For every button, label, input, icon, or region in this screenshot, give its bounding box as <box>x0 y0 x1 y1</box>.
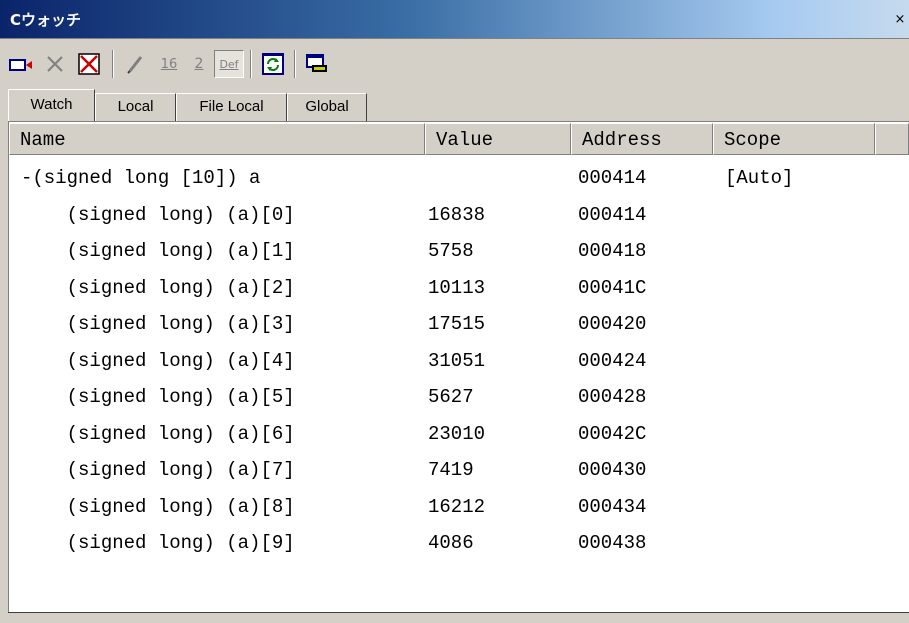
table-row[interactable]: (signed long) (a)[6] 23010 00042C <box>9 416 889 453</box>
edit-value-button[interactable] <box>120 50 150 78</box>
cell-value: 5758 <box>428 240 474 262</box>
column-header: Name Value Address Scope <box>9 123 909 155</box>
refresh-icon <box>262 53 284 75</box>
column-header-name[interactable]: Name <box>9 123 425 155</box>
table-row[interactable]: (signed long) (a)[1] 5758 000418 <box>9 233 889 270</box>
cell-name: (signed long) (a)[3] <box>21 313 295 335</box>
delete-all-button[interactable] <box>74 50 104 78</box>
c-watch-window: Cウォッチ × 16 2 Def Watch Local File Local … <box>0 0 909 623</box>
cell-value: 10113 <box>428 276 486 299</box>
binary-radix-label: 2 <box>194 56 204 72</box>
cell-name: (signed long) (a)[8] <box>21 495 295 518</box>
delete-all-icon <box>78 53 100 75</box>
watch-rows: -(signed long [10]) a 000414 [Auto] (signe… <box>9 160 889 562</box>
tab-local[interactable]: Local <box>95 93 176 121</box>
edit-value-icon <box>127 56 143 74</box>
cell-name: (signed long) (a)[5] <box>21 386 295 408</box>
table-row[interactable]: -(signed long [10]) a 000414 [Auto] <box>9 160 889 197</box>
title-bar[interactable]: Cウォッチ × <box>0 0 909 39</box>
table-row[interactable]: (signed long) (a)[4] 31051 000424 <box>9 343 889 380</box>
table-row[interactable]: (signed long) (a)[8] 16212 000434 <box>9 489 889 526</box>
table-row[interactable]: (signed long) (a)[9] 4086 000438 <box>9 525 889 562</box>
cell-address: 000438 <box>578 532 647 554</box>
tab-global[interactable]: Global <box>287 93 367 121</box>
tab-watch[interactable]: Watch <box>8 89 95 121</box>
window-bottom-edge <box>8 612 909 623</box>
cell-value: 5627 <box>428 386 474 408</box>
cell-name: (signed long) (a)[9] <box>21 532 295 554</box>
toolbar-separator <box>250 50 252 78</box>
table-row[interactable]: (signed long) (a)[0] 16838 000414 <box>9 197 889 234</box>
tab-file-local[interactable]: File Local <box>176 93 287 121</box>
delete-icon <box>47 56 63 72</box>
cell-address: 000424 <box>578 349 647 372</box>
cell-name: (signed long) (a)[0] <box>21 203 295 226</box>
hex-radix-label: 16 <box>160 56 178 72</box>
table-row[interactable]: (signed long) (a)[2] 10113 00041C <box>9 270 889 307</box>
toolbar: 16 2 Def <box>0 42 909 82</box>
cell-address: 00041C <box>578 276 647 299</box>
cell-value: 7419 <box>428 459 474 481</box>
window-title: Cウォッチ <box>10 11 82 29</box>
column-header-scope[interactable]: Scope <box>713 123 875 155</box>
cell-value: 16212 <box>428 495 486 518</box>
toolbar-separator <box>112 50 114 78</box>
cell-name: -(signed long [10]) a <box>21 167 261 189</box>
default-radix-label: Def <box>219 57 239 71</box>
cell-address: 00042C <box>578 422 647 445</box>
table-row[interactable]: (signed long) (a)[7] 7419 000430 <box>9 452 889 489</box>
table-row[interactable]: (signed long) (a)[3] 17515 000420 <box>9 306 889 343</box>
cell-name: (signed long) (a)[2] <box>21 276 295 299</box>
cell-value: 17515 <box>428 313 486 335</box>
cell-address: 000430 <box>578 459 647 481</box>
binary-radix-button[interactable]: 2 <box>184 50 214 78</box>
close-button[interactable]: × <box>893 12 907 28</box>
cell-name: (signed long) (a)[7] <box>21 459 295 481</box>
toolbar-separator <box>294 50 296 78</box>
cell-scope: [Auto] <box>725 167 794 189</box>
cell-address: 000414 <box>578 167 647 189</box>
cell-address: 000434 <box>578 495 647 518</box>
cell-name: (signed long) (a)[4] <box>21 349 295 372</box>
cell-value: 31051 <box>428 349 486 372</box>
table-row[interactable]: (signed long) (a)[5] 5627 000428 <box>9 379 889 416</box>
cell-address: 000428 <box>578 386 647 408</box>
cell-value: 23010 <box>428 422 486 445</box>
column-header-filler <box>875 123 909 155</box>
cell-address: 000414 <box>578 203 647 226</box>
cell-address: 000420 <box>578 313 647 335</box>
add-watch-button[interactable] <box>6 50 36 78</box>
output-button[interactable] <box>302 50 332 78</box>
add-watch-icon <box>9 59 32 71</box>
refresh-button[interactable] <box>258 50 288 78</box>
default-radix-button[interactable]: Def <box>214 50 244 78</box>
hex-radix-button[interactable]: 16 <box>154 50 184 78</box>
column-header-value[interactable]: Value <box>425 123 571 155</box>
output-icon <box>306 54 327 72</box>
cell-address: 000418 <box>578 240 647 262</box>
column-header-address[interactable]: Address <box>571 123 713 155</box>
cell-name: (signed long) (a)[6] <box>21 422 295 445</box>
delete-button[interactable] <box>40 50 70 78</box>
cell-name: (signed long) (a)[1] <box>21 240 295 262</box>
cell-value: 16838 <box>428 203 486 226</box>
cell-value: 4086 <box>428 532 474 554</box>
